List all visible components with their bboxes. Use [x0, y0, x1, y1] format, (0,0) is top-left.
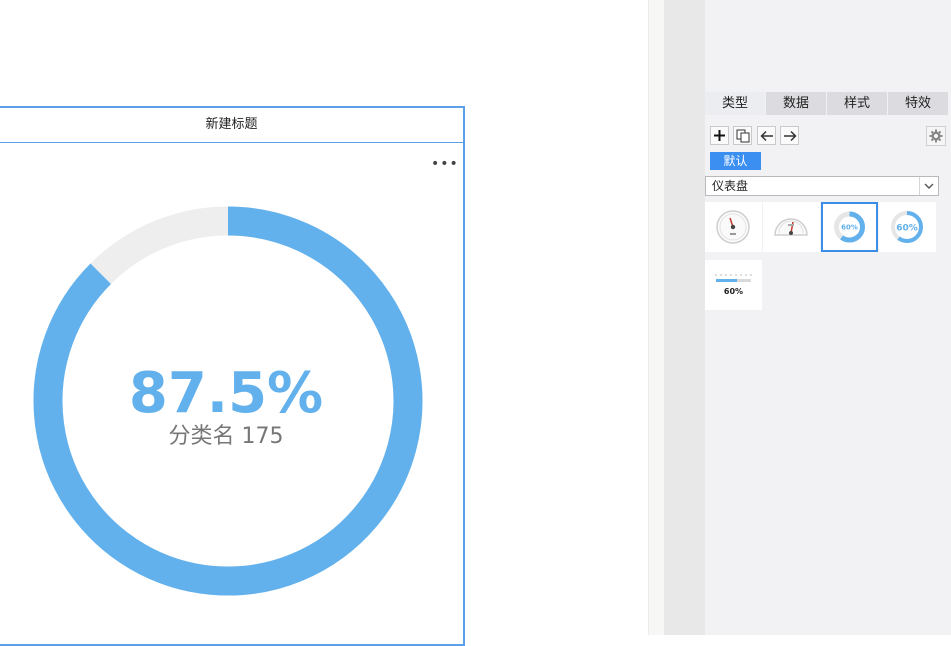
side-strip — [664, 0, 705, 635]
arrow-right-icon — [783, 130, 797, 141]
thumb-bar-gauge[interactable]: 60% — [705, 260, 762, 310]
thumb-ring-gauge[interactable]: 60% — [821, 202, 878, 252]
settings-button[interactable] — [926, 126, 946, 146]
gear-icon — [929, 129, 943, 143]
arrow-left-icon — [759, 130, 773, 141]
ring-gauge-chart: 87.5% 分类名 175 — [33, 206, 423, 596]
widget-title[interactable]: 新建标题 — [0, 108, 463, 143]
chart-type-value: 仪表盘 — [712, 179, 749, 193]
thumb-semicircle-gauge[interactable] — [763, 202, 820, 252]
bar-gauge-icon: 60% — [715, 274, 752, 296]
copy-icon — [736, 129, 749, 142]
canvas-gutter — [648, 0, 664, 635]
plus-icon — [714, 130, 725, 141]
thumb-arc-gauge[interactable]: 60% — [879, 202, 936, 252]
tab-data[interactable]: 数据 — [766, 92, 826, 115]
panel-tabs: 类型 数据 样式 特效 — [705, 92, 949, 115]
tab-style[interactable]: 样式 — [827, 92, 887, 115]
move-right-button[interactable] — [780, 126, 799, 145]
move-left-button[interactable] — [757, 126, 776, 145]
chart-type-select[interactable]: 仪表盘 — [705, 176, 939, 196]
add-button[interactable] — [710, 126, 729, 145]
tab-type[interactable]: 类型 — [705, 92, 765, 115]
gauge-category-label: 分类名 175 — [169, 424, 284, 449]
dial-gauge-icon — [716, 210, 750, 244]
default-style-tag[interactable]: 默认 — [710, 152, 761, 170]
arc-gauge-icon: 60% — [891, 211, 923, 243]
ring-gauge-icon: 60% — [834, 211, 865, 243]
ring-thumb-text: 60% — [841, 224, 858, 232]
tab-effects[interactable]: 特效 — [888, 92, 948, 115]
bar-thumb-text: 60% — [724, 287, 743, 296]
gauge-value-text: 87.5% — [129, 361, 323, 426]
chevron-down-icon — [919, 177, 938, 195]
semicircle-gauge-icon — [774, 218, 808, 236]
arc-thumb-text: 60% — [896, 224, 918, 234]
thumb-dial-gauge[interactable] — [705, 202, 762, 252]
gauge-widget[interactable]: 新建标题 ••• 87.5% 分类名 175 — [0, 106, 465, 646]
copy-button[interactable] — [733, 126, 752, 145]
